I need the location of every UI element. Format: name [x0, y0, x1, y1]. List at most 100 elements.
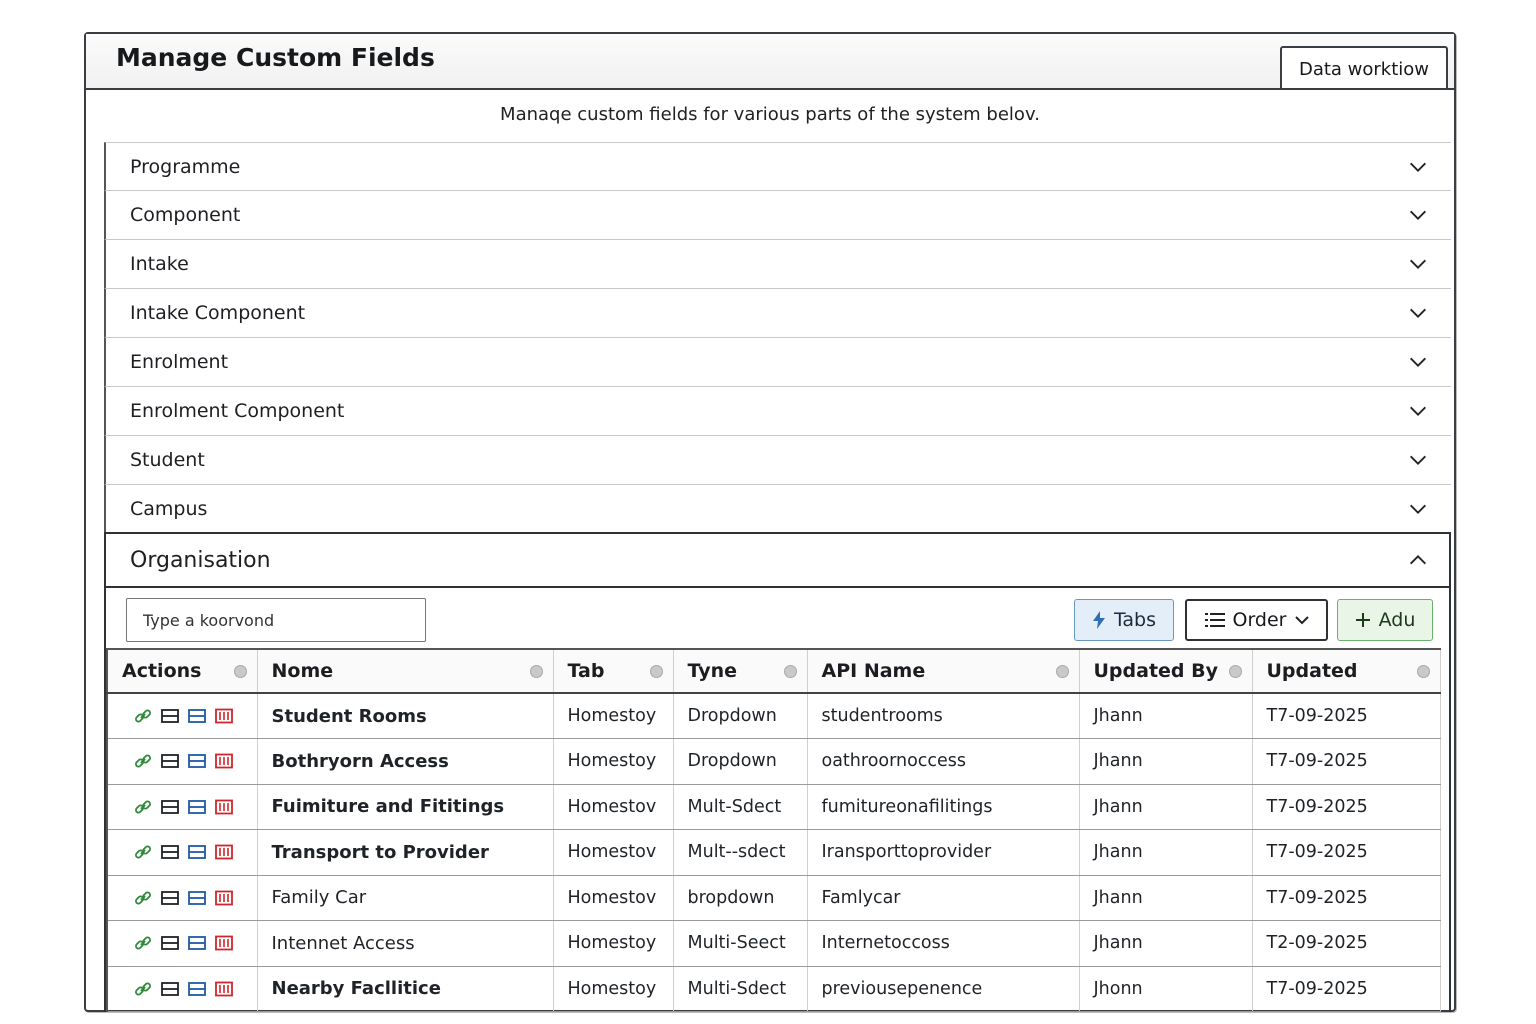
sort-icon[interactable] [1228, 665, 1242, 678]
link-icon[interactable] [134, 934, 152, 952]
page-title: Manage Custom Fields [116, 43, 435, 72]
view-icon[interactable] [161, 889, 179, 907]
edit-icon[interactable] [188, 752, 206, 770]
table-row[interactable]: Family Car Homestov bropdown Famlycar Jhann T… [106, 875, 1441, 921]
tabs-button[interactable]: Tabs [1074, 599, 1174, 641]
link-icon[interactable] [134, 752, 152, 770]
column-header[interactable]: Actions [106, 648, 258, 694]
section-header-component[interactable]: Component [104, 191, 1451, 240]
view-icon[interactable] [161, 980, 179, 998]
custom-fields-table: Actions Nome Tab Tyne API Name Updated By Upda… [106, 648, 1441, 1012]
delete-icon[interactable] [215, 843, 233, 861]
link-icon[interactable] [134, 798, 152, 816]
sort-icon[interactable] [1055, 665, 1069, 678]
table-row[interactable]: Nearby Facllitice Homestoy Multi-Sdect prev… [106, 966, 1441, 1012]
column-header[interactable]: Tab [553, 648, 674, 694]
chevron-down-icon[interactable] [1407, 302, 1429, 324]
edit-icon[interactable] [188, 889, 206, 907]
edit-icon[interactable] [188, 798, 206, 816]
field-name-cell[interactable]: Bothryorn Access [257, 738, 554, 785]
view-icon[interactable] [161, 934, 179, 952]
sort-icon[interactable] [1416, 665, 1430, 678]
field-tab-cell: Homestoy [553, 738, 674, 785]
section-label: Enrolment Component [130, 400, 345, 422]
row-actions [106, 966, 258, 1012]
field-tab-cell: Homestov [553, 875, 674, 921]
section-header-campus[interactable]: Campus [104, 485, 1451, 534]
column-header[interactable]: Nome [257, 648, 554, 694]
section-header-enrolment[interactable]: Enrolment [104, 338, 1451, 387]
chevron-down-icon[interactable] [1407, 156, 1429, 178]
section-header-enrolment-component[interactable]: Enrolment Component [104, 387, 1451, 436]
column-header[interactable]: Updated By [1079, 648, 1253, 694]
table-row[interactable]: Bothryorn Access Homestoy Dropdown oathroor… [106, 738, 1441, 785]
organisation-panel: Organisation Tabs [104, 532, 1451, 1012]
edit-icon[interactable] [188, 707, 206, 725]
section-label: Programme [130, 155, 241, 178]
delete-icon[interactable] [215, 752, 233, 770]
delete-icon[interactable] [215, 798, 233, 816]
field-name-cell[interactable]: Intennet Access [257, 920, 554, 967]
section-header-programme[interactable]: Programme [104, 142, 1451, 191]
chevron-down-icon[interactable] [1407, 253, 1429, 275]
field-api-cell: previousepenence [807, 966, 1080, 1012]
view-icon[interactable] [161, 798, 179, 816]
order-button[interactable]: Order [1185, 599, 1328, 641]
column-header[interactable]: Tyne [673, 648, 808, 694]
chevron-up-icon[interactable] [1407, 549, 1429, 571]
field-name-cell[interactable]: Transport to Provider [257, 829, 554, 876]
edit-icon[interactable] [188, 934, 206, 952]
view-icon[interactable] [161, 843, 179, 861]
section-label: Organisation [130, 547, 271, 573]
row-actions [106, 738, 258, 785]
field-api-cell: Famlycar [807, 875, 1080, 921]
table-row[interactable]: Student Rooms Homestoy Dropdown studentroom… [106, 693, 1441, 739]
section-header-student[interactable]: Student [104, 436, 1451, 485]
column-header[interactable]: Updated [1252, 648, 1441, 694]
field-name-cell[interactable]: Fuimiture and Fititings [257, 784, 554, 830]
delete-icon[interactable] [215, 934, 233, 952]
section-header-intake[interactable]: Intake [104, 240, 1451, 289]
table-row[interactable]: Transport to Provider Homestov Mult--sdect… [106, 829, 1441, 876]
chevron-down-icon[interactable] [1407, 498, 1429, 520]
delete-icon[interactable] [215, 980, 233, 998]
edit-icon[interactable] [188, 980, 206, 998]
table-row[interactable]: Intennet Access Homestoy Multi-Seect Intern… [106, 920, 1441, 967]
section-label: Enrolment [130, 351, 229, 373]
field-type-cell: Mult-Sdect [673, 784, 808, 830]
chevron-down-icon[interactable] [1407, 204, 1429, 226]
search-input[interactable] [126, 598, 426, 642]
column-header[interactable]: API Name [807, 648, 1080, 694]
plus-icon [1355, 612, 1371, 628]
field-name-cell[interactable]: Student Rooms [257, 693, 554, 739]
data-workflow-button[interactable]: Data worktiow [1280, 46, 1448, 88]
column-header-label: Updated [1266, 660, 1358, 682]
chevron-down-icon[interactable] [1407, 351, 1429, 373]
field-name-cell[interactable]: Family Car [257, 875, 554, 921]
field-type-cell: Dropdown [673, 738, 808, 785]
link-icon[interactable] [134, 707, 152, 725]
delete-icon[interactable] [215, 707, 233, 725]
sort-icon[interactable] [529, 665, 543, 678]
table-row[interactable]: Fuimiture and Fititings Homestov Mult-Sdec… [106, 784, 1441, 830]
sort-icon[interactable] [649, 665, 663, 678]
field-name-cell[interactable]: Nearby Facllitice [257, 966, 554, 1012]
view-icon[interactable] [161, 752, 179, 770]
add-field-button[interactable]: Adu [1337, 599, 1433, 641]
delete-icon[interactable] [215, 889, 233, 907]
link-icon[interactable] [134, 980, 152, 998]
field-api-cell: Iransporttoprovider [807, 829, 1080, 876]
chevron-down-icon[interactable] [1407, 400, 1429, 422]
section-header-organisation[interactable]: Organisation [106, 534, 1449, 588]
edit-icon[interactable] [188, 843, 206, 861]
sort-icon[interactable] [233, 665, 247, 678]
field-tab-cell: Homestoy [553, 966, 674, 1012]
link-icon[interactable] [134, 889, 152, 907]
field-api-cell: Internetoccoss [807, 920, 1080, 967]
section-header-intake-component[interactable]: Intake Component [104, 289, 1451, 338]
sort-icon[interactable] [783, 665, 797, 678]
chevron-down-icon[interactable] [1407, 449, 1429, 471]
link-icon[interactable] [134, 843, 152, 861]
column-header-label: Tab [567, 660, 605, 682]
view-icon[interactable] [161, 707, 179, 725]
